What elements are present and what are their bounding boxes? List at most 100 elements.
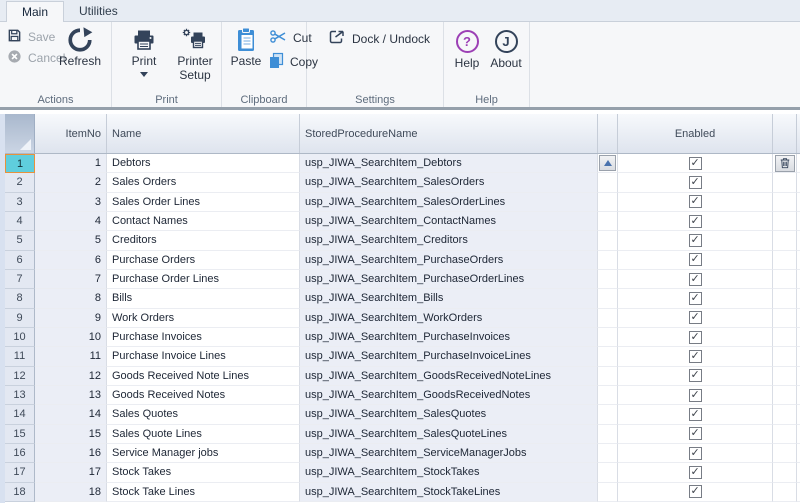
itemno-cell[interactable]: 13 (35, 386, 107, 405)
itemno-cell[interactable]: 9 (35, 309, 107, 328)
stored-procedure-cell[interactable]: usp_JIWA_SearchItem_Creditors (300, 231, 598, 250)
stored-procedure-cell[interactable]: usp_JIWA_SearchItem_PurchaseInvoiceLines (300, 347, 598, 366)
name-cell[interactable]: Contact Names (107, 212, 300, 231)
row-selector[interactable]: 11 (5, 347, 35, 366)
itemno-cell[interactable]: 16 (35, 444, 107, 463)
enabled-checkbox[interactable] (689, 234, 702, 247)
enabled-checkbox[interactable] (689, 195, 702, 208)
name-cell[interactable]: Creditors (107, 231, 300, 250)
help-button[interactable]: ? Help (449, 26, 485, 71)
enabled-checkbox[interactable] (689, 331, 702, 344)
row-selector[interactable]: 9 (5, 309, 35, 328)
stored-procedure-cell[interactable]: usp_JIWA_SearchItem_SalesOrders (300, 173, 598, 192)
name-cell[interactable]: Purchase Invoice Lines (107, 347, 300, 366)
itemno-cell[interactable]: 1 (35, 154, 107, 173)
enabled-checkbox[interactable] (689, 176, 702, 189)
name-cell[interactable]: Sales Quote Lines (107, 425, 300, 444)
stored-procedure-cell[interactable]: usp_JIWA_SearchItem_ContactNames (300, 212, 598, 231)
row-selector[interactable]: 16 (5, 444, 35, 463)
enabled-checkbox[interactable] (689, 273, 702, 286)
itemno-cell[interactable]: 4 (35, 212, 107, 231)
dock-undock-button[interactable]: Dock / Undock (325, 28, 433, 49)
stored-procedure-cell[interactable]: usp_JIWA_SearchItem_PurchaseOrderLines (300, 270, 598, 289)
row-selector[interactable]: 8 (5, 289, 35, 308)
itemno-cell[interactable]: 7 (35, 270, 107, 289)
delete-row-button[interactable] (775, 155, 795, 172)
itemno-cell[interactable]: 12 (35, 367, 107, 386)
itemno-cell[interactable]: 14 (35, 405, 107, 424)
row-selector[interactable]: 6 (5, 251, 35, 270)
stored-procedure-cell[interactable]: usp_JIWA_SearchItem_PurchaseInvoices (300, 328, 598, 347)
stored-procedure-cell[interactable]: usp_JIWA_SearchItem_GoodsReceivedNotes (300, 386, 598, 405)
row-selector[interactable]: 1 (5, 154, 35, 173)
stored-procedure-cell[interactable]: usp_JIWA_SearchItem_SalesQuotes (300, 405, 598, 424)
move-up-button[interactable] (599, 155, 616, 171)
name-cell[interactable]: Stock Take Lines (107, 483, 300, 502)
row-selector[interactable]: 10 (5, 328, 35, 347)
row-selector[interactable]: 7 (5, 270, 35, 289)
stored-procedure-cell[interactable]: usp_JIWA_SearchItem_PurchaseOrders (300, 251, 598, 270)
itemno-cell[interactable]: 3 (35, 193, 107, 212)
itemno-cell[interactable]: 11 (35, 347, 107, 366)
name-cell[interactable]: Purchase Invoices (107, 328, 300, 347)
enabled-checkbox[interactable] (689, 466, 702, 479)
print-button[interactable]: Print (121, 24, 167, 77)
name-cell[interactable]: Stock Takes (107, 463, 300, 482)
tab-utilities[interactable]: Utilities (64, 1, 133, 21)
stored-procedure-cell[interactable]: usp_JIWA_SearchItem_GoodsReceivedNoteLin… (300, 367, 598, 386)
stored-procedure-cell[interactable]: usp_JIWA_SearchItem_Bills (300, 289, 598, 308)
enabled-checkbox[interactable] (689, 427, 702, 440)
name-cell[interactable]: Goods Received Note Lines (107, 367, 300, 386)
row-selector[interactable]: 12 (5, 367, 35, 386)
itemno-cell[interactable]: 2 (35, 173, 107, 192)
name-cell[interactable]: Purchase Order Lines (107, 270, 300, 289)
row-selector[interactable]: 14 (5, 405, 35, 424)
column-header-name[interactable]: Name (107, 114, 300, 153)
name-cell[interactable]: Service Manager jobs (107, 444, 300, 463)
enabled-checkbox[interactable] (689, 157, 702, 170)
itemno-cell[interactable]: 6 (35, 251, 107, 270)
name-cell[interactable]: Bills (107, 289, 300, 308)
name-cell[interactable]: Work Orders (107, 309, 300, 328)
stored-procedure-cell[interactable]: usp_JIWA_SearchItem_StockTakeLines (300, 483, 598, 502)
stored-procedure-cell[interactable]: usp_JIWA_SearchItem_ServiceManagerJobs (300, 444, 598, 463)
itemno-cell[interactable]: 5 (35, 231, 107, 250)
printer-setup-button[interactable]: Printer Setup (170, 24, 220, 83)
enabled-checkbox[interactable] (689, 350, 702, 363)
column-header-enabled[interactable]: Enabled (618, 114, 773, 153)
itemno-cell[interactable]: 10 (35, 328, 107, 347)
save-button[interactable]: Save (4, 27, 58, 47)
stored-procedure-cell[interactable]: usp_JIWA_SearchItem_StockTakes (300, 463, 598, 482)
row-selector[interactable]: 18 (5, 483, 35, 502)
row-selector[interactable]: 13 (5, 386, 35, 405)
itemno-cell[interactable]: 18 (35, 483, 107, 502)
name-cell[interactable]: Goods Received Notes (107, 386, 300, 405)
enabled-checkbox[interactable] (689, 389, 702, 402)
enabled-checkbox[interactable] (689, 408, 702, 421)
enabled-checkbox[interactable] (689, 311, 702, 324)
itemno-cell[interactable]: 15 (35, 425, 107, 444)
row-selector[interactable]: 3 (5, 193, 35, 212)
name-cell[interactable]: Sales Order Lines (107, 193, 300, 212)
itemno-cell[interactable]: 17 (35, 463, 107, 482)
refresh-button[interactable]: Refresh (52, 24, 108, 69)
grid-corner-cell[interactable] (5, 114, 35, 153)
name-cell[interactable]: Sales Orders (107, 173, 300, 192)
row-selector[interactable]: 17 (5, 463, 35, 482)
about-button[interactable]: J About (486, 26, 526, 71)
row-selector[interactable]: 5 (5, 231, 35, 250)
enabled-checkbox[interactable] (689, 369, 702, 382)
column-header-stored-procedure-name[interactable]: StoredProcedureName (300, 114, 598, 153)
stored-procedure-cell[interactable]: usp_JIWA_SearchItem_Debtors (300, 154, 598, 173)
stored-procedure-cell[interactable]: usp_JIWA_SearchItem_WorkOrders (300, 309, 598, 328)
enabled-checkbox[interactable] (689, 215, 702, 228)
stored-procedure-cell[interactable]: usp_JIWA_SearchItem_SalesQuoteLines (300, 425, 598, 444)
itemno-cell[interactable]: 8 (35, 289, 107, 308)
name-cell[interactable]: Purchase Orders (107, 251, 300, 270)
stored-procedure-cell[interactable]: usp_JIWA_SearchItem_SalesOrderLines (300, 193, 598, 212)
name-cell[interactable]: Debtors (107, 154, 300, 173)
paste-button[interactable]: Paste (225, 24, 267, 69)
column-header-itemno[interactable]: ItemNo (35, 114, 107, 153)
enabled-checkbox[interactable] (689, 253, 702, 266)
row-selector[interactable]: 2 (5, 173, 35, 192)
